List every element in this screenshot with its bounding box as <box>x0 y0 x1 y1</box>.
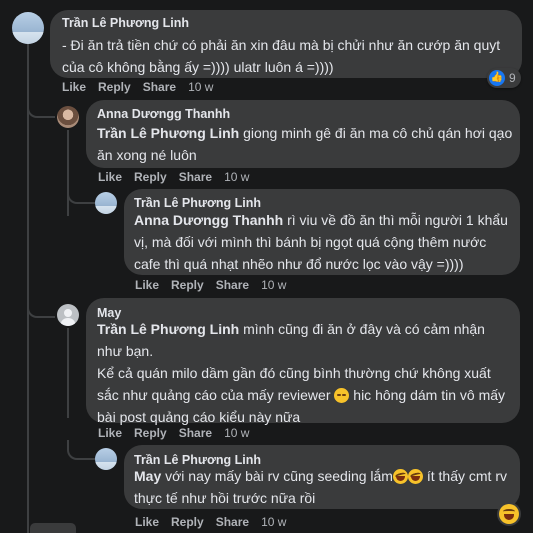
mention-tag[interactable]: Anna Dươngg Thanhh <box>134 212 283 228</box>
timestamp[interactable]: 10 w <box>224 170 249 184</box>
timestamp[interactable]: 10 w <box>261 515 286 529</box>
avatar[interactable] <box>57 304 79 326</box>
like-button[interactable]: Like <box>135 515 159 529</box>
comment-bubble: May Trần Lê Phương Linh mình cũng đi ăn … <box>86 298 520 425</box>
comment-text: Trần Lê Phương Linh mình cũng đi ăn ở đâ… <box>97 318 513 428</box>
like-button[interactable]: Like <box>135 278 159 292</box>
comment-actions: Like Reply Share 10 w <box>135 278 298 292</box>
share-button[interactable]: Share <box>179 170 212 184</box>
share-button[interactable]: Share <box>216 278 249 292</box>
reply-button[interactable]: Reply <box>98 80 131 94</box>
mention-tag[interactable]: May <box>134 468 161 484</box>
reply-button[interactable]: Reply <box>134 426 167 440</box>
thread-elbow-sub-1 <box>67 184 95 204</box>
rofl-emoji-icon <box>407 469 423 484</box>
timestamp[interactable]: 10 w <box>261 278 286 292</box>
mention-tag[interactable]: Trần Lê Phương Linh <box>97 321 239 337</box>
thread-elbow-sub-2 <box>67 440 95 460</box>
sad-face-emoji-icon <box>334 388 350 403</box>
comment-text: May với nay mấy bài rv cũng seeding lắm … <box>134 465 512 509</box>
thread-line-main <box>27 44 29 533</box>
comment-text: Trần Lê Phương Linh giong minh gê đi ăn … <box>97 122 513 166</box>
laugh-reaction-icon[interactable] <box>499 504 519 524</box>
thread-line-anna <box>67 130 69 216</box>
comment-author[interactable]: Trần Lê Phương Linh <box>134 196 261 210</box>
reply-button[interactable]: Reply <box>134 170 167 184</box>
comment-actions: Like Reply Share 10 w <box>98 170 261 184</box>
comment-bubble: Anna Dươngg Thanhh Trần Lê Phương Linh g… <box>86 100 520 168</box>
thread-elbow-reply-1 <box>27 96 55 118</box>
comment-bubble: Trần Lê Phương Linh - Đi ăn trả tiền chứ… <box>50 10 522 78</box>
comment-text: - Đi ăn trả tiền chứ có phải ăn xin đâu … <box>62 37 501 75</box>
share-button[interactable]: Share <box>179 426 212 440</box>
comment-author[interactable]: Anna Dươngg Thanhh <box>97 107 230 121</box>
avatar[interactable] <box>95 448 117 470</box>
reply-button[interactable]: Reply <box>171 515 204 529</box>
avatar[interactable] <box>57 106 79 128</box>
thread-elbow-reply-2 <box>27 296 55 318</box>
like-button[interactable]: Like <box>98 170 122 184</box>
like-button[interactable]: Like <box>98 426 122 440</box>
reaction-summary[interactable]: 👍 9 <box>487 68 521 88</box>
avatar[interactable] <box>12 12 44 44</box>
mention-tag[interactable]: Trần Lê Phương Linh <box>97 125 239 141</box>
scroll-indicator[interactable] <box>30 523 76 533</box>
comment-actions: Like Reply Share 10 w <box>98 426 261 440</box>
comment-author[interactable]: Trần Lê Phương Linh <box>62 16 189 30</box>
reply-button[interactable]: Reply <box>171 278 204 292</box>
comment-text: Anna Dươngg Thanhh rì viu về đồ ăn thì m… <box>134 209 512 275</box>
avatar[interactable] <box>95 192 117 214</box>
reaction-count: 9 <box>509 71 516 85</box>
timestamp[interactable]: 10 w <box>188 80 213 94</box>
comment-bubble: Trần Lê Phương Linh May với nay mấy bài … <box>124 445 520 509</box>
like-button[interactable]: Like <box>62 80 86 94</box>
share-button[interactable]: Share <box>143 80 176 94</box>
share-button[interactable]: Share <box>216 515 249 529</box>
comment-actions: Like Reply Share 10 w <box>135 515 298 529</box>
timestamp[interactable]: 10 w <box>224 426 249 440</box>
comment-body: với nay mấy bài rv cũng seeding lắm <box>161 468 393 484</box>
thread-line-may <box>67 328 69 418</box>
thumbs-up-icon: 👍 <box>489 70 505 86</box>
rofl-emoji-icon <box>392 469 408 484</box>
comment-bubble: Trần Lê Phương Linh Anna Dươngg Thanhh r… <box>124 189 520 275</box>
comment-actions: Like Reply Share 10 w <box>62 80 225 94</box>
